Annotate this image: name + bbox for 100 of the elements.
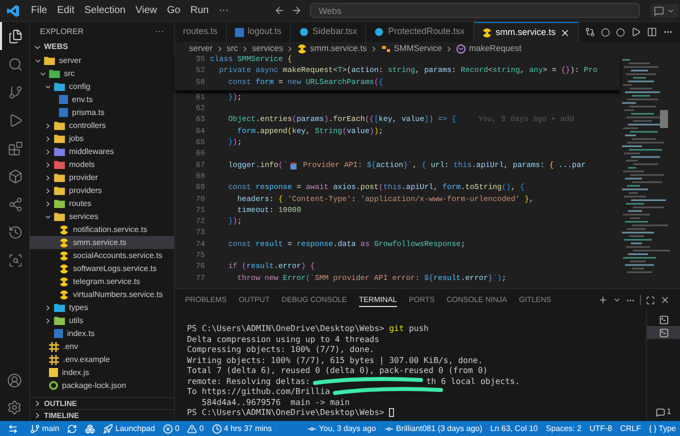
tree-item[interactable]: providers — [30, 184, 174, 197]
status-item[interactable]: main — [26, 422, 64, 434]
search-field[interactable]: Webs — [310, 3, 640, 18]
menu-item[interactable]: Selection — [79, 3, 130, 18]
tree-item[interactable]: jobs — [30, 132, 174, 145]
split-editor-icon[interactable] — [646, 27, 657, 37]
run-icon[interactable] — [630, 27, 641, 37]
tree-item[interactable]: prisma.ts — [30, 106, 174, 119]
tree-item[interactable]: .env.example — [30, 353, 174, 366]
circle-icon[interactable] — [600, 28, 610, 36]
terminal-text: 584d4a4..9679576 main -> main — [200, 396, 350, 408]
file-icon — [234, 28, 244, 36]
tree-item[interactable]: services — [30, 210, 174, 223]
menu-item[interactable]: File — [26, 3, 52, 18]
workspace-header[interactable]: WEBS — [30, 40, 174, 54]
editor-tab[interactable]: smm.service.ts — [474, 22, 579, 42]
menu-item[interactable]: ··· — [214, 3, 234, 18]
terminal-text: Compressing objects: 100% (7/7), done. — [187, 344, 374, 356]
remote-icon — [8, 424, 18, 434]
tree-item[interactable]: index.ts — [30, 327, 174, 340]
tree-item[interactable]: notification.service.ts — [30, 223, 174, 236]
tree-item[interactable]: server — [30, 54, 174, 67]
breadcrumb-item[interactable]: server — [189, 42, 213, 55]
status-item[interactable]: 0 — [183, 422, 208, 434]
editor-tab[interactable]: Sidebar.tsx — [290, 22, 366, 42]
hazard-icon — [59, 276, 69, 286]
tree-item[interactable]: env.ts — [30, 93, 174, 106]
close-icon[interactable] — [560, 28, 570, 38]
status-item[interactable]: Ln 63, Col 10 — [486, 422, 542, 434]
tree-item[interactable]: provider — [30, 171, 174, 184]
terminal-text: push — [408, 322, 429, 334]
status-item[interactable]: UTF-8 — [585, 422, 616, 434]
hash-icon — [49, 342, 59, 352]
terminal-text: PS C:\Users\ADMIN\OneDrive\Desktop\Webs> — [187, 322, 386, 334]
status-item[interactable]: 4 hrs 37 mins — [208, 422, 276, 434]
more-button[interactable]: ··· — [155, 24, 164, 38]
inspect-icon — [8, 252, 23, 268]
tree-item[interactable]: socialAccounts.service.ts — [30, 249, 174, 262]
status-item[interactable]: 0 — [158, 422, 184, 434]
editor-tab[interactable]: routes.ts — [175, 22, 227, 42]
maximize-icon[interactable] — [646, 296, 655, 304]
breadcrumb-item[interactable]: makeRequest — [469, 42, 522, 55]
chevron-icon[interactable] — [613, 296, 621, 304]
settings-icon[interactable] — [7, 400, 22, 415]
sync-icon — [67, 424, 78, 434]
breadcrumb-item[interactable]: smm.service.ts — [310, 42, 367, 55]
tree-item[interactable]: routes — [30, 197, 174, 210]
hazard-icon — [59, 250, 69, 260]
menu-item[interactable]: Go — [162, 3, 186, 18]
circle-icon[interactable] — [616, 28, 625, 36]
forward-icon[interactable] — [290, 5, 302, 16]
tree-item[interactable]: package-lock.json — [30, 379, 174, 392]
tree-item[interactable]: types — [30, 301, 174, 314]
breadcrumb-item[interactable]: services — [252, 42, 284, 55]
breadcrumb-item[interactable]: src — [226, 42, 238, 55]
breadcrumb-item[interactable]: SMMService — [394, 42, 442, 55]
tree-item[interactable]: telegram.service.ts — [30, 275, 174, 288]
tree-item[interactable]: utils — [30, 314, 174, 327]
box-icon — [8, 168, 23, 184]
terminal-cursor — [389, 408, 394, 417]
terminal-text: remote: Resolving deltas: — [187, 374, 310, 387]
warning-icon — [187, 424, 198, 434]
tree-item[interactable]: src — [30, 67, 174, 80]
terminal-count[interactable]: 1 — [656, 406, 672, 418]
hazard-icon — [297, 44, 308, 54]
menu-item[interactable]: Edit — [52, 3, 80, 18]
clock-icon — [212, 424, 222, 434]
status-item[interactable]: Spaces: 2 — [542, 422, 586, 434]
status-item[interactable]: Brilliant081 (3 days ago) — [380, 422, 486, 434]
chat-icon — [654, 6, 664, 16]
status-item[interactable]: { } Type — [645, 422, 680, 434]
tree-item[interactable]: .env — [30, 340, 174, 353]
tree-item[interactable]: middlewares — [30, 145, 174, 158]
tree-item[interactable]: softwareLogs.service.ts — [30, 262, 174, 275]
chat-icon — [656, 408, 665, 416]
tree-item[interactable]: smm.service.ts — [30, 236, 174, 249]
account-icon[interactable] — [7, 373, 22, 388]
editor-tab[interactable]: logout.ts — [226, 22, 291, 42]
tree-item[interactable]: index.js — [30, 366, 174, 379]
status-item[interactable]: You, 3 days ago — [302, 422, 380, 434]
tree-item[interactable]: config — [30, 80, 174, 93]
compare-icon[interactable] — [584, 27, 595, 37]
hazard-icon — [59, 290, 69, 300]
menu-item[interactable]: Run — [185, 3, 214, 18]
status-item[interactable]: CRLF — [616, 422, 645, 434]
menu-item[interactable]: View — [130, 3, 162, 18]
branch-icon — [30, 424, 40, 434]
close-icon[interactable] — [660, 295, 670, 305]
chat-button[interactable] — [650, 4, 679, 18]
tree-item[interactable]: controllers — [30, 119, 174, 132]
terminal-list-item[interactable] — [647, 326, 680, 339]
atom-icon — [298, 27, 309, 37]
tree-item[interactable]: virtualNumbers.service.ts — [30, 288, 174, 301]
graph-icon — [8, 196, 23, 212]
run-icon — [8, 112, 23, 128]
new-terminal-icon[interactable] — [598, 295, 608, 305]
tree-item[interactable]: models — [30, 158, 174, 171]
back-icon[interactable] — [274, 5, 285, 16]
status-item[interactable]: Launchpad — [99, 422, 159, 434]
class-icon — [380, 44, 391, 54]
